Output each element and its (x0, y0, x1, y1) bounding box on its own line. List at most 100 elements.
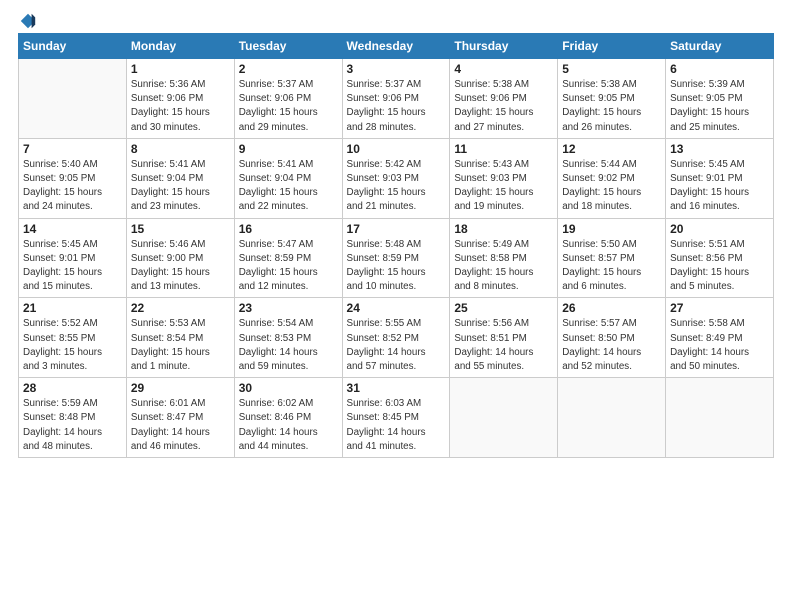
day-info: Sunrise: 5:48 AM Sunset: 8:59 PM Dayligh… (347, 238, 446, 295)
calendar-cell: 25 Sunrise: 5:56 AM Sunset: 8:51 PM Dayli… (450, 298, 558, 378)
calendar-cell: 1 Sunrise: 5:36 AM Sunset: 9:06 PM Daylig… (126, 59, 234, 139)
day-info: Sunrise: 5:47 AM Sunset: 8:59 PM Dayligh… (239, 238, 338, 295)
day-info: Sunrise: 5:55 AM Sunset: 8:52 PM Dayligh… (347, 317, 446, 374)
day-number: 18 (454, 222, 553, 236)
day-info: Sunrise: 5:38 AM Sunset: 9:06 PM Dayligh… (454, 78, 553, 135)
day-number: 25 (454, 301, 553, 315)
day-number: 10 (347, 142, 446, 156)
day-info: Sunrise: 5:43 AM Sunset: 9:03 PM Dayligh… (454, 158, 553, 215)
day-info: Sunrise: 5:39 AM Sunset: 9:05 PM Dayligh… (670, 78, 769, 135)
day-number: 13 (670, 142, 769, 156)
day-number: 5 (562, 62, 661, 76)
weekday-header-wednesday: Wednesday (342, 34, 450, 59)
calendar-cell: 8Sunrise: 5:41 AM Sunset: 9:04 PM Daylig… (126, 138, 234, 218)
calendar-week-2: 7Sunrise: 5:40 AM Sunset: 9:05 PM Daylig… (19, 138, 774, 218)
calendar-cell: 18 Sunrise: 5:49 AM Sunset: 8:58 PM Dayli… (450, 218, 558, 298)
day-info: Sunrise: 6:03 AM Sunset: 8:45 PM Dayligh… (347, 397, 446, 454)
day-info: Sunrise: 5:41 AM Sunset: 9:04 PM Dayligh… (131, 158, 230, 215)
day-info: Sunrise: 5:36 AM Sunset: 9:06 PM Dayligh… (131, 78, 230, 135)
day-number: 19 (562, 222, 661, 236)
day-number: 3 (347, 62, 446, 76)
day-number: 22 (131, 301, 230, 315)
calendar-week-3: 14 Sunrise: 5:45 AM Sunset: 9:01 PM Dayli… (19, 218, 774, 298)
day-number: 6 (670, 62, 769, 76)
calendar-cell: 31 Sunrise: 6:03 AM Sunset: 8:45 PM Dayli… (342, 378, 450, 458)
day-info: Sunrise: 6:01 AM Sunset: 8:47 PM Dayligh… (131, 397, 230, 454)
day-number: 2 (239, 62, 338, 76)
calendar-cell: 20 Sunrise: 5:51 AM Sunset: 8:56 PM Dayli… (666, 218, 774, 298)
weekday-header-row: SundayMondayTuesdayWednesdayThursdayFrid… (19, 34, 774, 59)
weekday-header-friday: Friday (558, 34, 666, 59)
day-number: 31 (347, 381, 446, 395)
day-number: 27 (670, 301, 769, 315)
calendar-cell (666, 378, 774, 458)
weekday-header-monday: Monday (126, 34, 234, 59)
calendar-cell: 10Sunrise: 5:42 AM Sunset: 9:03 PM Dayli… (342, 138, 450, 218)
day-info: Sunrise: 5:37 AM Sunset: 9:06 PM Dayligh… (239, 78, 338, 135)
calendar-cell: 19 Sunrise: 5:50 AM Sunset: 8:57 PM Dayli… (558, 218, 666, 298)
calendar-cell: 9Sunrise: 5:41 AM Sunset: 9:04 PM Daylig… (234, 138, 342, 218)
calendar-cell (19, 59, 127, 139)
calendar-cell: 7Sunrise: 5:40 AM Sunset: 9:05 PM Daylig… (19, 138, 127, 218)
day-info: Sunrise: 5:58 AM Sunset: 8:49 PM Dayligh… (670, 317, 769, 374)
day-info: Sunrise: 5:44 AM Sunset: 9:02 PM Dayligh… (562, 158, 661, 215)
calendar-cell: 5 Sunrise: 5:38 AM Sunset: 9:05 PM Daylig… (558, 59, 666, 139)
calendar-cell: 4 Sunrise: 5:38 AM Sunset: 9:06 PM Daylig… (450, 59, 558, 139)
weekday-header-thursday: Thursday (450, 34, 558, 59)
calendar-cell (558, 378, 666, 458)
calendar-cell: 23 Sunrise: 5:54 AM Sunset: 8:53 PM Dayli… (234, 298, 342, 378)
calendar-cell: 11 Sunrise: 5:43 AM Sunset: 9:03 PM Dayli… (450, 138, 558, 218)
day-number: 4 (454, 62, 553, 76)
day-number: 17 (347, 222, 446, 236)
calendar: SundayMondayTuesdayWednesdayThursdayFrid… (18, 33, 774, 458)
calendar-cell: 12 Sunrise: 5:44 AM Sunset: 9:02 PM Dayli… (558, 138, 666, 218)
day-number: 16 (239, 222, 338, 236)
logo-icon (19, 12, 37, 30)
calendar-cell: 22 Sunrise: 5:53 AM Sunset: 8:54 PM Dayli… (126, 298, 234, 378)
day-info: Sunrise: 5:45 AM Sunset: 9:01 PM Dayligh… (670, 158, 769, 215)
day-number: 20 (670, 222, 769, 236)
calendar-cell: 15 Sunrise: 5:46 AM Sunset: 9:00 PM Dayli… (126, 218, 234, 298)
calendar-cell: 16 Sunrise: 5:47 AM Sunset: 8:59 PM Dayli… (234, 218, 342, 298)
calendar-cell: 30 Sunrise: 6:02 AM Sunset: 8:46 PM Dayli… (234, 378, 342, 458)
page: SundayMondayTuesdayWednesdayThursdayFrid… (0, 0, 792, 612)
weekday-header-saturday: Saturday (666, 34, 774, 59)
day-number: 24 (347, 301, 446, 315)
day-info: Sunrise: 5:45 AM Sunset: 9:01 PM Dayligh… (23, 238, 122, 295)
day-info: Sunrise: 5:56 AM Sunset: 8:51 PM Dayligh… (454, 317, 553, 374)
header (18, 10, 774, 27)
calendar-week-1: 1 Sunrise: 5:36 AM Sunset: 9:06 PM Daylig… (19, 59, 774, 139)
calendar-cell: 24 Sunrise: 5:55 AM Sunset: 8:52 PM Dayli… (342, 298, 450, 378)
day-info: Sunrise: 5:59 AM Sunset: 8:48 PM Dayligh… (23, 397, 122, 454)
calendar-week-5: 28Sunrise: 5:59 AM Sunset: 8:48 PM Dayli… (19, 378, 774, 458)
logo (18, 10, 37, 27)
calendar-cell: 26Sunrise: 5:57 AM Sunset: 8:50 PM Dayli… (558, 298, 666, 378)
day-number: 26 (562, 301, 661, 315)
day-info: Sunrise: 5:38 AM Sunset: 9:05 PM Dayligh… (562, 78, 661, 135)
calendar-cell: 21Sunrise: 5:52 AM Sunset: 8:55 PM Dayli… (19, 298, 127, 378)
day-info: Sunrise: 5:53 AM Sunset: 8:54 PM Dayligh… (131, 317, 230, 374)
day-number: 15 (131, 222, 230, 236)
calendar-cell: 29Sunrise: 6:01 AM Sunset: 8:47 PM Dayli… (126, 378, 234, 458)
day-number: 11 (454, 142, 553, 156)
day-info: Sunrise: 5:46 AM Sunset: 9:00 PM Dayligh… (131, 238, 230, 295)
calendar-cell: 14 Sunrise: 5:45 AM Sunset: 9:01 PM Dayli… (19, 218, 127, 298)
day-info: Sunrise: 5:54 AM Sunset: 8:53 PM Dayligh… (239, 317, 338, 374)
calendar-cell: 17 Sunrise: 5:48 AM Sunset: 8:59 PM Dayli… (342, 218, 450, 298)
day-number: 30 (239, 381, 338, 395)
day-info: Sunrise: 5:49 AM Sunset: 8:58 PM Dayligh… (454, 238, 553, 295)
day-number: 23 (239, 301, 338, 315)
weekday-header-sunday: Sunday (19, 34, 127, 59)
day-info: Sunrise: 5:51 AM Sunset: 8:56 PM Dayligh… (670, 238, 769, 295)
day-number: 12 (562, 142, 661, 156)
calendar-cell: 27 Sunrise: 5:58 AM Sunset: 8:49 PM Dayli… (666, 298, 774, 378)
day-number: 1 (131, 62, 230, 76)
day-info: Sunrise: 5:37 AM Sunset: 9:06 PM Dayligh… (347, 78, 446, 135)
day-info: Sunrise: 6:02 AM Sunset: 8:46 PM Dayligh… (239, 397, 338, 454)
calendar-cell: 3 Sunrise: 5:37 AM Sunset: 9:06 PM Daylig… (342, 59, 450, 139)
day-number: 14 (23, 222, 122, 236)
calendar-cell: 2 Sunrise: 5:37 AM Sunset: 9:06 PM Daylig… (234, 59, 342, 139)
day-info: Sunrise: 5:50 AM Sunset: 8:57 PM Dayligh… (562, 238, 661, 295)
day-info: Sunrise: 5:52 AM Sunset: 8:55 PM Dayligh… (23, 317, 122, 374)
calendar-cell: 6 Sunrise: 5:39 AM Sunset: 9:05 PM Daylig… (666, 59, 774, 139)
